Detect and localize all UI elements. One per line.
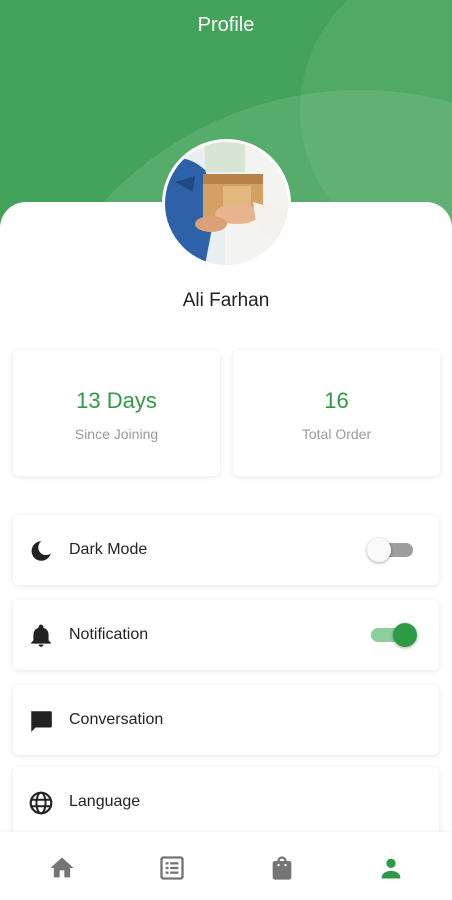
toggle-knob <box>367 538 391 562</box>
settings-row-label: Language <box>69 793 141 810</box>
dark-mode-toggle[interactable] <box>367 538 413 562</box>
list-icon[interactable] <box>158 854 186 882</box>
toggle-knob <box>393 623 417 647</box>
bell-icon <box>31 624 51 647</box>
avatar[interactable] <box>162 139 291 268</box>
settings-row-conversation[interactable]: Conversation <box>13 685 439 755</box>
stat-label: Total Order <box>301 426 372 442</box>
chat-icon <box>31 711 52 732</box>
settings-row-label: Dark Mode <box>69 541 148 558</box>
settings-row-label: Conversation <box>69 711 164 728</box>
settings-row-dark-mode[interactable]: Dark Mode <box>13 515 439 585</box>
settings-row-language[interactable]: Language <box>13 767 439 837</box>
home-icon[interactable] <box>48 854 76 882</box>
settings-row-label: Notification <box>69 626 149 643</box>
bottom-navigation <box>0 832 452 900</box>
stat-card-since-joining: 13 Days Since Joining <box>13 350 220 476</box>
user-name: Ali Farhan <box>182 290 270 311</box>
avatar-image <box>165 142 288 265</box>
shopping-bag-icon[interactable] <box>268 854 296 882</box>
stat-label: Since Joining <box>74 426 159 442</box>
stat-value: 13 Days <box>76 388 157 413</box>
page-title: Profile <box>197 14 255 36</box>
stat-card-total-order: 16 Total Order <box>233 350 440 476</box>
settings-row-notification[interactable]: Notification <box>13 600 439 670</box>
globe-icon <box>29 791 53 815</box>
moon-icon <box>31 541 51 561</box>
person-icon[interactable] <box>377 854 405 882</box>
notification-toggle[interactable] <box>371 623 417 647</box>
stat-value: 16 <box>324 388 349 413</box>
